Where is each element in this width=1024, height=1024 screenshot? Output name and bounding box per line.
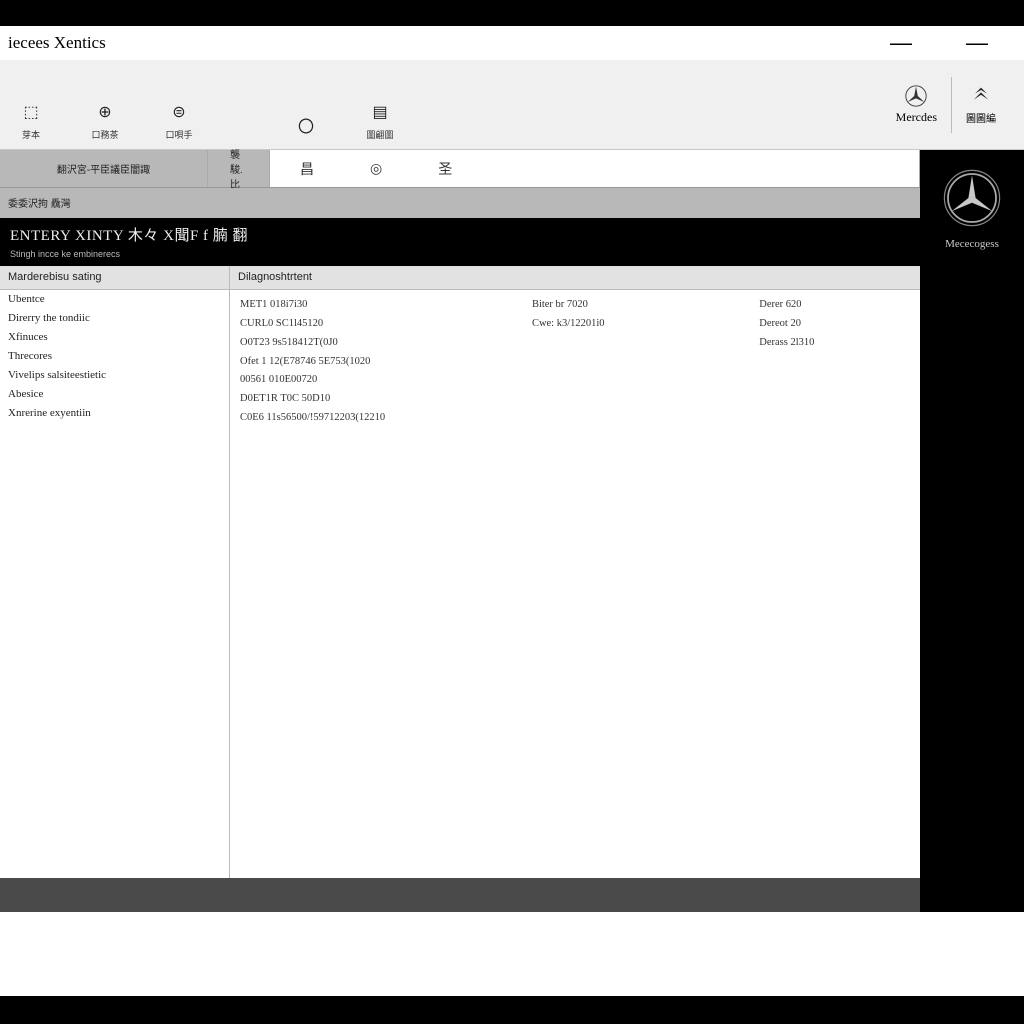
brand-sidebar: Mececogess [920,150,1024,912]
globe-icon: ⊕ [95,102,115,122]
window-title: iecees Xentics [8,33,106,53]
tab-1[interactable]: 襲駿.比 [208,150,270,187]
data-line: Ofet 1 12(E78746 5E753(1020 [240,353,520,372]
data-line: CURL0 SC1l45120 [240,315,520,334]
nav-item[interactable]: Xfinuces [0,328,229,347]
toolbar-label: 芽本 [22,128,40,141]
breadcrumb-bar: 委委沢拘 驫灣 [0,188,920,218]
server-icon: ▤ [370,102,390,122]
title-bar: iecees Xentics — — [0,26,1024,60]
doc-icon: 昌 [300,159,314,179]
work-area: Marderebisu sating Ubentce Direrry the t… [0,266,920,878]
nav-item[interactable]: Vivelips salsiteestietic [0,366,229,385]
data-line: Derer 620 [759,296,910,315]
data-line: C0E6 11s56500/!59712203(12210 [240,409,520,428]
mercedes-logo-icon [942,168,1002,228]
tab-0[interactable]: 翻沢宮-平臣議臣闇諏 [0,150,208,187]
nav-item[interactable]: Ubentce [0,290,229,309]
data-line: 00561 010E00720 [240,371,520,390]
nav-header: Marderebisu sating [0,266,229,290]
data-line: O0T23 9s518412T(0J0 [240,334,520,353]
data-line: MET1 018i7i30 [240,296,520,315]
brand-secondary: 圖圖編 [966,84,996,125]
data-line: Derass 2l310 [759,334,910,353]
minimize-button[interactable]: — [890,30,912,56]
nav-panel: Marderebisu sating Ubentce Direrry the t… [0,266,230,878]
data-line: Biter br 7020 [532,296,747,315]
grid-icon: ⬚ [21,102,41,122]
tab-label: 翻沢宮-平臣議臣闇諏 [57,161,150,176]
nav-item[interactable]: Direrry the tondiic [0,309,229,328]
data-column-2: Biter br 7020 Cwe: k3/12201i0 [532,296,747,872]
brand-mercedes: Mercdes [896,84,937,125]
brand-sidebar-label: Mececogess [945,238,999,250]
nav-item[interactable]: Abesice [0,385,229,404]
toolbar-item-2[interactable]: ⊜ 口唄手 [158,102,200,141]
brand-divider [951,77,952,133]
tool-icon: 圣 [438,159,452,179]
tab-2[interactable]: 昌 ◎ 圣 [270,150,920,187]
toolbar-label: 圖翩圖 [366,128,393,141]
tab-label: 襲駿.比 [230,146,247,191]
section-title: ENTERY XINTY 木々 X聞F f 腩 翻 [10,224,910,245]
nav-item[interactable]: Xnrerine exyentiin [0,404,229,423]
toolbar-item-0[interactable]: ⬚ 芽本 [10,102,52,141]
headset-icon: 〇 [296,115,316,135]
data-line: Dereot 20 [759,315,910,334]
content-header: Dilagnoshtrtent [230,266,920,290]
badge-icon: ⊜ [169,102,189,122]
emblem-icon [969,84,993,108]
toolbar-item-4[interactable]: ▤ 圖翩圖 [359,102,401,141]
data-column-1: MET1 018i7i30 CURL0 SC1l45120 O0T23 9s51… [240,296,520,872]
brand-label: 圖圖編 [966,110,996,125]
toolbar-label: 口唄手 [165,128,192,141]
toolbar-item-1[interactable]: ⊕ 口務茶 [84,102,126,141]
section-subtitle: Stingh incce ke embinerecs [10,249,910,259]
main-toolbar: ⬚ 芽本 ⊕ 口務茶 ⊜ 口唄手 〇 ▤ 圖翩圖 [0,60,1024,150]
breadcrumb: 委委沢拘 驫灣 [8,195,71,210]
section-header: ENTERY XINTY 木々 X聞F f 腩 翻 Stingh incce k… [0,218,920,266]
app-window: iecees Xentics — — ⬚ 芽本 ⊕ 口務茶 ⊜ 口唄手 〇 [0,26,1024,996]
data-line: Cwe: k3/12201i0 [532,315,747,334]
nav-item[interactable]: Threcores [0,347,229,366]
status-bar [0,878,920,912]
tab-strip: 翻沢宮-平臣議臣闇諏 襲駿.比 昌 ◎ 圣 [0,150,920,188]
content-panel: Dilagnoshtrtent MET1 018i7i30 CURL0 SC1l… [230,266,920,878]
toolbar-item-3[interactable]: 〇 [285,115,327,141]
maximize-button[interactable]: — [966,30,988,56]
brand-label: Mercdes [896,110,937,125]
toolbar-label: 口務茶 [91,128,118,141]
gauge-icon: ◎ [370,160,382,177]
mercedes-star-icon [904,84,928,108]
data-line: D0ET1R T0C 50D10 [240,390,520,409]
data-column-3: Derer 620 Dereot 20 Derass 2l310 [759,296,910,872]
